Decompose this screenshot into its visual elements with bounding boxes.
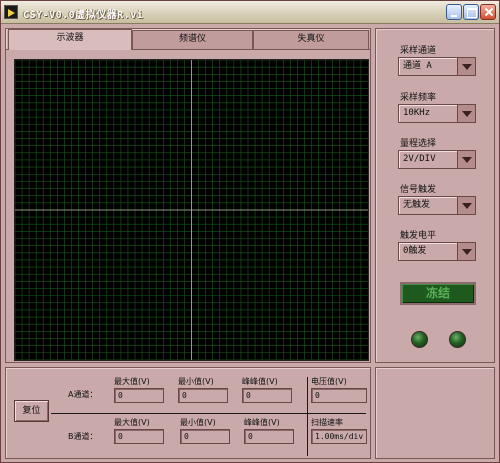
oscilloscope-page xyxy=(6,49,370,362)
trigger-select[interactable]: 无触发 xyxy=(398,196,476,215)
channel-label: 采样通道 xyxy=(400,46,437,56)
trigger-level-label: 触发电平 xyxy=(400,231,437,241)
sample-rate-value: 10KHz xyxy=(403,108,431,118)
a-min-value: 0 xyxy=(178,388,228,403)
dropdown-arrow-icon[interactable] xyxy=(457,243,475,260)
maximize-icon[interactable] xyxy=(463,4,479,20)
scan-rate-label: 扫描速率 xyxy=(311,418,343,427)
channel-b-led-indicator xyxy=(449,331,466,348)
scan-rate-value: 1.00ms/div xyxy=(311,429,367,444)
channel-a-row-label: A通道： xyxy=(68,390,98,399)
trigger-label: 信号触发 xyxy=(400,185,437,195)
tab-distortion-meter[interactable]: 失真仪 xyxy=(253,30,369,49)
scope-grid xyxy=(15,60,368,360)
labview-vi-icon xyxy=(4,5,18,19)
trigger-level-select[interactable]: 0触发 xyxy=(398,242,476,261)
control-panel: 采样通道 通道 A 采样频率 10KHz 量程选择 2V/DIV 信号触发 无触… xyxy=(375,28,495,363)
a-max-label: 最大值(V) xyxy=(114,377,150,386)
tab-spectrum-analyzer[interactable]: 频谱仪 xyxy=(132,30,253,49)
bottom-right-panel xyxy=(375,367,495,459)
voltage-label: 电压值(V) xyxy=(311,377,347,386)
row-divider xyxy=(51,413,366,414)
measurement-panel: 复位 A通道： 最大值(V) 0 最小值(V) 0 峰峰值(V) 0 电压值(V… xyxy=(5,367,371,459)
window-title: CSY-V0.0虚拟仪器R.vi xyxy=(23,10,144,21)
column-divider xyxy=(307,377,308,456)
range-select[interactable]: 2V/DIV xyxy=(398,150,476,169)
sample-rate-label: 采样频率 xyxy=(400,93,437,103)
trigger-select-value: 无触发 xyxy=(403,200,431,210)
reset-button[interactable]: 复位 xyxy=(14,400,49,422)
a-max-value: 0 xyxy=(114,388,164,403)
channel-b-row-label: B通道： xyxy=(68,432,98,441)
dropdown-arrow-icon[interactable] xyxy=(457,58,475,75)
main-body: 示波器 频谱仪 失真仪 采样通道 通道 A 采样频率 10KHz 量程选择 2V… xyxy=(3,25,497,462)
dropdown-arrow-icon[interactable] xyxy=(457,105,475,122)
scope-display xyxy=(14,59,369,361)
sample-rate-select[interactable]: 10KHz xyxy=(398,104,476,123)
b-max-value: 0 xyxy=(114,429,164,444)
minimize-icon[interactable] xyxy=(446,4,462,20)
voltage-value: 0 xyxy=(311,388,367,403)
b-pp-label: 峰峰值(V) xyxy=(244,418,280,427)
freeze-button[interactable]: 冻结 xyxy=(400,282,476,305)
a-pp-label: 峰峰值(V) xyxy=(242,377,278,386)
tab-oscilloscope[interactable]: 示波器 xyxy=(8,29,132,50)
b-min-value: 0 xyxy=(180,429,230,444)
channel-select[interactable]: 通道 A xyxy=(398,57,476,76)
close-icon[interactable] xyxy=(480,4,496,20)
instrument-tab-panel: 示波器 频谱仪 失真仪 xyxy=(5,28,371,363)
b-max-label: 最大值(V) xyxy=(114,418,150,427)
dropdown-arrow-icon[interactable] xyxy=(457,151,475,168)
b-pp-value: 0 xyxy=(244,429,294,444)
app-window: CSY-V0.0虚拟仪器R.vi 示波器 频谱仪 失真仪 采样通道 通道 A 采… xyxy=(0,0,500,463)
dropdown-arrow-icon[interactable] xyxy=(457,197,475,214)
range-label: 量程选择 xyxy=(400,139,437,149)
range-select-value: 2V/DIV xyxy=(403,154,436,164)
channel-a-led-indicator xyxy=(411,331,428,348)
title-bar[interactable]: CSY-V0.0虚拟仪器R.vi xyxy=(1,1,499,24)
instrument-tabs: 示波器 频谱仪 失真仪 xyxy=(6,29,370,50)
b-min-label: 最小值(V) xyxy=(180,418,216,427)
a-pp-value: 0 xyxy=(242,388,292,403)
a-min-label: 最小值(V) xyxy=(178,377,214,386)
trigger-level-value: 0触发 xyxy=(403,246,427,256)
channel-select-value: 通道 A xyxy=(403,61,432,71)
